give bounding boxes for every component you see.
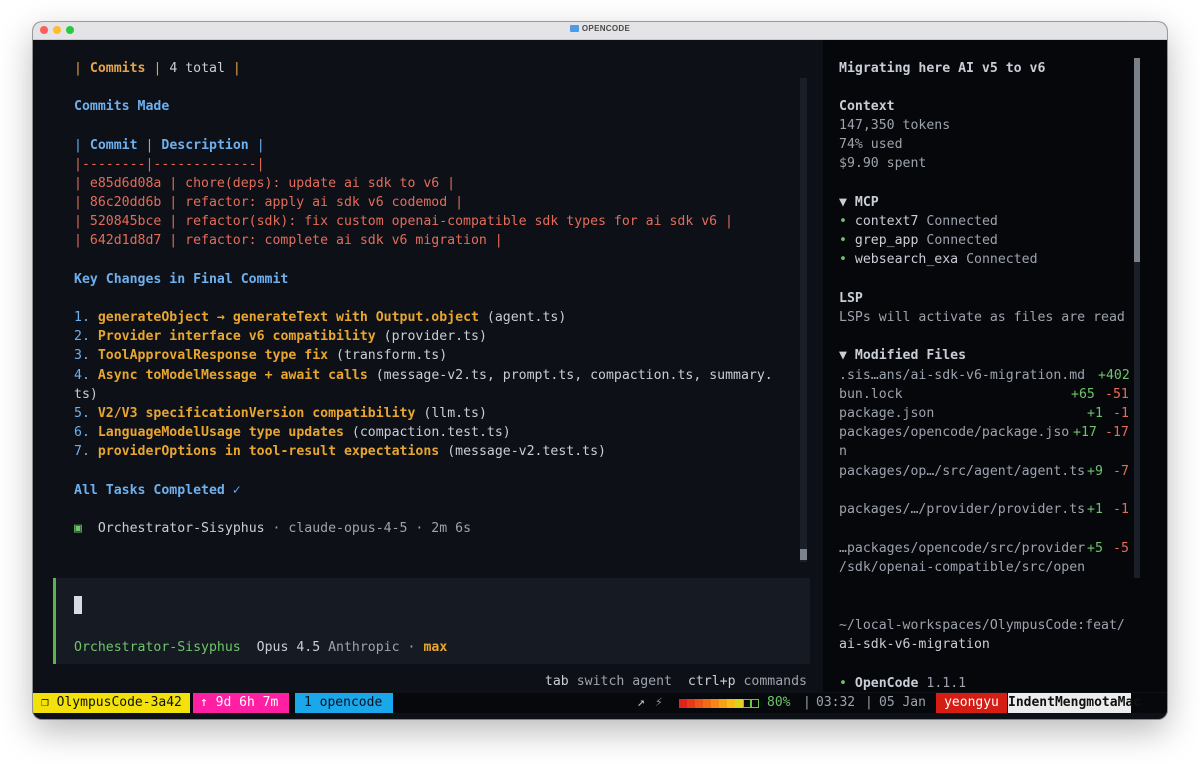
file-item[interactable]: package.json — [839, 404, 934, 423]
commits-made-heading: Commits Made — [74, 99, 170, 114]
arrow-icon: ↗ — [637, 695, 645, 710]
file-item[interactable]: .sis…ans/ai-sdk-v6-migration.md — [839, 366, 1085, 385]
battery-cell — [719, 699, 727, 708]
file-additions: +65 — [1071, 387, 1095, 402]
file-item[interactable]: …packages/opencode/src/provider — [839, 539, 1085, 558]
transcript-scrollbar[interactable] — [800, 78, 807, 562]
file-deletions: -1 — [1113, 502, 1129, 517]
file-additions: +1 — [1087, 502, 1103, 517]
session-name[interactable]: ❐ OlympusCode-3a42 — [33, 693, 190, 713]
text-cursor — [74, 596, 82, 614]
file-item[interactable]: packages/opencode/package.jso — [839, 423, 1069, 442]
battery-cell — [687, 699, 695, 708]
window-tab[interactable]: 1 opencode — [295, 693, 393, 713]
keybind-hints: tab switch agent ctrl+p commands — [544, 674, 807, 689]
file-additions: +17 — [1073, 425, 1097, 440]
uptime-badge: ↑ 9d 6h 7m — [193, 693, 289, 713]
user-badge: yeongyu — [936, 693, 1007, 713]
list-item: 2. Provider interface v6 compatibility (… — [74, 329, 487, 344]
file-deletions: -51 — [1105, 387, 1129, 402]
mcp-item: • context7 Connected — [839, 214, 998, 229]
window-title-text: OPENCODE — [581, 24, 631, 33]
table-row: | 642d1d8d7 | refactor: complete ai sdk … — [74, 233, 503, 248]
battery-cell — [727, 699, 735, 708]
battery-meter — [679, 699, 759, 708]
context-used: 74% used — [839, 137, 903, 152]
date: 05 Jan — [879, 695, 926, 710]
status-bar: ❐ OlympusCode-3a42 ↑ 9d 6h 7m 1 opencode… — [33, 693, 1167, 713]
commits-header: | Commits | 4 total | — [74, 61, 241, 76]
agent-selector[interactable]: Orchestrator-Sisyphus — [74, 640, 241, 655]
context-tokens: 147,350 tokens — [839, 118, 951, 133]
file-additions: +1 — [1087, 406, 1103, 421]
file-deletions: -17 — [1105, 425, 1129, 440]
file-item-wrap: n — [839, 444, 847, 459]
file-additions: +402 — [1098, 368, 1130, 383]
cwd-path: ~/local-workspaces/OlympusCode:feat/ — [839, 618, 1125, 633]
transcript-scrollbar-thumb[interactable] — [800, 549, 807, 560]
list-item: 7. providerOptions in tool-result expect… — [74, 444, 606, 459]
terminal-window: OPENCODE | Commits | 4 total | Commits M… — [33, 22, 1167, 719]
variant-label[interactable]: max — [423, 640, 447, 655]
transcript-pane[interactable]: | Commits | 4 total | Commits Made | Com… — [33, 40, 823, 692]
folder-icon — [569, 25, 579, 32]
table-separator: |--------|-------------| — [74, 157, 265, 172]
battery-cell — [695, 699, 703, 708]
host-badge: IndentMengmotaMac — [1008, 693, 1141, 713]
session-title: Migrating here AI v5 to v6 — [839, 61, 1046, 76]
file-deletions: -5 — [1113, 541, 1129, 556]
battery-cell — [679, 699, 687, 708]
file-deletions: -7 — [1113, 464, 1129, 479]
list-item: 1. generateObject → generateText with Ou… — [74, 310, 567, 325]
all-tasks-completed: All Tasks Completed ✓ — [74, 483, 241, 498]
mcp-section-toggle[interactable]: ▼ MCP — [839, 193, 879, 212]
agent-summary-line: ▣ Orchestrator-Sisyphus · claude-opus-4-… — [74, 521, 472, 536]
list-item: 6. LanguageModelUsage type updates (comp… — [74, 425, 511, 440]
list-item: 3. ToolApprovalResponse type fix (transf… — [74, 348, 448, 363]
battery-cell — [751, 699, 759, 708]
table-row: | 86c20dd6b | refactor: apply ai sdk v6 … — [74, 195, 464, 210]
separator: | — [803, 695, 811, 710]
file-item[interactable]: packages/…/provider/provider.ts — [839, 500, 1085, 519]
session-sidebar: Migrating here AI v5 to v6 Context 147,3… — [823, 40, 1167, 692]
separator: | — [865, 695, 873, 710]
list-item: 4. Async toModelMessage + await calls (m… — [74, 368, 773, 383]
file-additions: +9 — [1087, 464, 1103, 479]
battery-cell — [711, 699, 719, 708]
list-item-wrap: ts) — [74, 387, 98, 402]
file-deletions: -1 — [1113, 406, 1129, 421]
file-additions: +5 — [1087, 541, 1103, 556]
agent-square-icon: ▣ — [74, 521, 82, 536]
list-item: 5. V2/V3 specificationVersion compatibil… — [74, 406, 487, 421]
battery-cell — [743, 699, 751, 708]
plug-icon: ⚡ — [655, 695, 663, 710]
table-header: | Commit | Description | — [74, 138, 265, 153]
battery-percent: 80% — [767, 695, 791, 710]
mcp-item: • websearch_exa Connected — [839, 252, 1038, 267]
window-title: OPENCODE — [33, 24, 1167, 33]
table-row: | e85d6d08a | chore(deps): update ai sdk… — [74, 176, 456, 191]
modified-files-toggle[interactable]: ▼ Modified Files — [839, 346, 966, 365]
battery-cell — [703, 699, 711, 708]
file-item[interactable]: bun.lock — [839, 385, 903, 404]
clock: 03:32 — [816, 695, 856, 710]
context-label: Context — [839, 99, 895, 114]
cwd-branch: ai-sdk-v6-migration — [839, 637, 990, 652]
battery-cell — [735, 699, 743, 708]
model-name[interactable]: Opus 4.5 — [257, 640, 321, 655]
mcp-item: • grep_app Connected — [839, 233, 998, 248]
context-spent: $9.90 spent — [839, 156, 927, 171]
file-item[interactable]: packages/op…/src/agent/agent.ts — [839, 462, 1085, 481]
file-item-wrap: /sdk/openai-compatible/src/open — [839, 560, 1086, 575]
lsp-status: LSPs will activate as files are read — [839, 310, 1125, 325]
prompt-meta: Orchestrator-Sisyphus Opus 4.5 Anthropic… — [74, 640, 448, 655]
sidebar-scrollbar-thumb[interactable] — [1134, 58, 1140, 262]
title-bar: OPENCODE — [33, 22, 1167, 40]
table-row: | 520845bce | refactor(sdk): fix custom … — [74, 214, 733, 229]
key-changes-heading: Key Changes in Final Commit — [74, 272, 289, 287]
app-version: • OpenCode 1.1.1 — [839, 676, 967, 691]
lsp-label: LSP — [839, 291, 863, 306]
